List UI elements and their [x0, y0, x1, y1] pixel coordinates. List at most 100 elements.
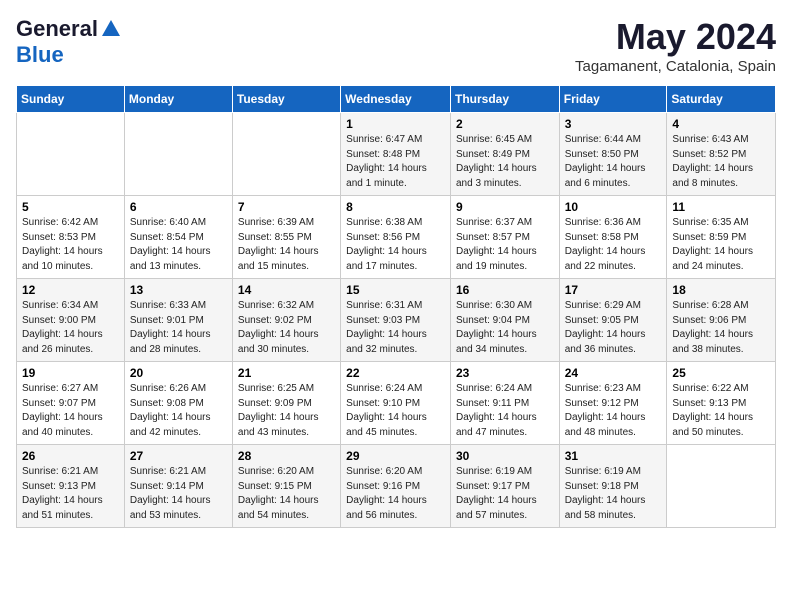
day-info: Sunrise: 6:26 AM Sunset: 9:08 PM Dayligh… — [130, 382, 227, 440]
calendar-day-cell: 27Sunrise: 6:21 AM Sunset: 9:14 PM Dayli… — [124, 445, 232, 528]
weekday-header-saturday: Saturday — [667, 86, 776, 113]
logo: General Blue — [16, 16, 122, 68]
day-info: Sunrise: 6:47 AM Sunset: 8:48 PM Dayligh… — [346, 133, 445, 191]
calendar-day-cell: 30 Sunrise: 6:19 AM Sunset: 9:17 PM Dayli… — [450, 445, 559, 528]
day-number: 30 — [456, 449, 554, 463]
calendar-day-cell: 16 Sunrise: 6:30 AM Sunset: 9:04 PM Dayli… — [450, 279, 559, 362]
weekday-header-thursday: Thursday — [450, 86, 559, 113]
day-number: 29 — [346, 449, 445, 463]
day-number: 12 — [22, 283, 119, 297]
calendar-day-cell: 29 Sunrise: 6:20 AM Sunset: 9:16 PM Dayli… — [341, 445, 451, 528]
calendar-day-cell: 7Sunrise: 6:39 AM Sunset: 8:55 PM Daylig… — [232, 196, 340, 279]
calendar-day-cell: 21 Sunrise: 6:25 AM Sunset: 9:09 PM Dayli… — [232, 362, 340, 445]
day-number: 10 — [565, 200, 662, 214]
calendar-day-cell: 19Sunrise: 6:27 AM Sunset: 9:07 PM Dayli… — [17, 362, 125, 445]
day-number: 5 — [22, 200, 119, 214]
calendar-day-cell: 31 Sunrise: 6:19 AM Sunset: 9:18 PM Dayli… — [559, 445, 667, 528]
logo-icon — [100, 18, 122, 40]
day-info: Sunrise: 6:36 AM Sunset: 8:58 PM Dayligh… — [565, 216, 662, 274]
day-number: 9 — [456, 200, 554, 214]
calendar-day-cell: 22Sunrise: 6:24 AM Sunset: 9:10 PM Dayli… — [341, 362, 451, 445]
weekday-header-monday: Monday — [124, 86, 232, 113]
calendar-day-cell: 6 Sunrise: 6:40 AM Sunset: 8:54 PM Daylig… — [124, 196, 232, 279]
day-info: Sunrise: 6:28 AM Sunset: 9:06 PM Dayligh… — [672, 299, 770, 357]
day-info: Sunrise: 6:20 AM Sunset: 9:15 PM Dayligh… — [238, 465, 335, 523]
calendar-day-cell: 10 Sunrise: 6:36 AM Sunset: 8:58 PM Dayli… — [559, 196, 667, 279]
day-number: 28 — [238, 449, 335, 463]
calendar-day-cell: 28 Sunrise: 6:20 AM Sunset: 9:15 PM Dayli… — [232, 445, 340, 528]
calendar-day-cell: 25Sunrise: 6:22 AM Sunset: 9:13 PM Dayli… — [667, 362, 776, 445]
day-info: Sunrise: 6:33 AM Sunset: 9:01 PM Dayligh… — [130, 299, 227, 357]
day-number: 15 — [346, 283, 445, 297]
day-number: 2 — [456, 117, 554, 131]
day-number: 6 — [130, 200, 227, 214]
day-info: Sunrise: 6:25 AM Sunset: 9:09 PM Dayligh… — [238, 382, 335, 440]
calendar-day-cell — [667, 445, 776, 528]
day-info: Sunrise: 6:27 AM Sunset: 9:07 PM Dayligh… — [22, 382, 119, 440]
day-info: Sunrise: 6:43 AM Sunset: 8:52 PM Dayligh… — [672, 133, 770, 191]
day-number: 8 — [346, 200, 445, 214]
calendar-day-cell — [124, 113, 232, 196]
day-info: Sunrise: 6:24 AM Sunset: 9:11 PM Dayligh… — [456, 382, 554, 440]
weekday-header-sunday: Sunday — [17, 86, 125, 113]
day-number: 16 — [456, 283, 554, 297]
day-info: Sunrise: 6:21 AM Sunset: 9:13 PM Dayligh… — [22, 465, 119, 523]
day-number: 27 — [130, 449, 227, 463]
weekday-header-row: SundayMondayTuesdayWednesdayThursdayFrid… — [17, 86, 776, 113]
calendar-day-cell: 8 Sunrise: 6:38 AM Sunset: 8:56 PM Daylig… — [341, 196, 451, 279]
header: General Blue May 2024 Tagamanent, Catalo… — [16, 16, 776, 75]
calendar-week-row: 26 Sunrise: 6:21 AM Sunset: 9:13 PM Dayli… — [17, 445, 776, 528]
day-info: Sunrise: 6:44 AM Sunset: 8:50 PM Dayligh… — [565, 133, 662, 191]
day-number: 24 — [565, 366, 662, 380]
day-info: Sunrise: 6:35 AM Sunset: 8:59 PM Dayligh… — [672, 216, 770, 274]
logo-general-text: General — [16, 16, 98, 42]
calendar-day-cell — [17, 113, 125, 196]
logo-blue-text: Blue — [16, 42, 64, 68]
day-info: Sunrise: 6:20 AM Sunset: 9:16 PM Dayligh… — [346, 465, 445, 523]
day-number: 22 — [346, 366, 445, 380]
day-number: 26 — [22, 449, 119, 463]
day-number: 11 — [672, 200, 770, 214]
month-title: May 2024 — [575, 16, 776, 58]
calendar-day-cell: 5 Sunrise: 6:42 AM Sunset: 8:53 PM Daylig… — [17, 196, 125, 279]
calendar-day-cell: 11 Sunrise: 6:35 AM Sunset: 8:59 PM Dayli… — [667, 196, 776, 279]
calendar-week-row: 12 Sunrise: 6:34 AM Sunset: 9:00 PM Dayli… — [17, 279, 776, 362]
calendar-day-cell: 14 Sunrise: 6:32 AM Sunset: 9:02 PM Dayli… — [232, 279, 340, 362]
day-info: Sunrise: 6:30 AM Sunset: 9:04 PM Dayligh… — [456, 299, 554, 357]
calendar-table: SundayMondayTuesdayWednesdayThursdayFrid… — [16, 85, 776, 528]
calendar-day-cell: 1 Sunrise: 6:47 AM Sunset: 8:48 PM Daylig… — [341, 113, 451, 196]
day-number: 31 — [565, 449, 662, 463]
day-info: Sunrise: 6:29 AM Sunset: 9:05 PM Dayligh… — [565, 299, 662, 357]
calendar-day-cell: 12 Sunrise: 6:34 AM Sunset: 9:00 PM Dayli… — [17, 279, 125, 362]
weekday-header-wednesday: Wednesday — [341, 86, 451, 113]
calendar-week-row: 1 Sunrise: 6:47 AM Sunset: 8:48 PM Daylig… — [17, 113, 776, 196]
day-info: Sunrise: 6:19 AM Sunset: 9:18 PM Dayligh… — [565, 465, 662, 523]
calendar-day-cell: 20 Sunrise: 6:26 AM Sunset: 9:08 PM Dayli… — [124, 362, 232, 445]
title-area: May 2024 Tagamanent, Catalonia, Spain — [575, 16, 776, 75]
weekday-header-friday: Friday — [559, 86, 667, 113]
day-number: 18 — [672, 283, 770, 297]
day-info: Sunrise: 6:38 AM Sunset: 8:56 PM Dayligh… — [346, 216, 445, 274]
day-info: Sunrise: 6:32 AM Sunset: 9:02 PM Dayligh… — [238, 299, 335, 357]
day-info: Sunrise: 6:39 AM Sunset: 8:55 PM Dayligh… — [238, 216, 335, 274]
calendar-day-cell: 17Sunrise: 6:29 AM Sunset: 9:05 PM Dayli… — [559, 279, 667, 362]
day-number: 4 — [672, 117, 770, 131]
day-info: Sunrise: 6:34 AM Sunset: 9:00 PM Dayligh… — [22, 299, 119, 357]
day-info: Sunrise: 6:45 AM Sunset: 8:49 PM Dayligh… — [456, 133, 554, 191]
day-number: 1 — [346, 117, 445, 131]
day-number: 20 — [130, 366, 227, 380]
day-number: 21 — [238, 366, 335, 380]
calendar-day-cell: 4 Sunrise: 6:43 AM Sunset: 8:52 PM Daylig… — [667, 113, 776, 196]
day-number: 3 — [565, 117, 662, 131]
calendar-day-cell — [232, 113, 340, 196]
calendar-week-row: 19Sunrise: 6:27 AM Sunset: 9:07 PM Dayli… — [17, 362, 776, 445]
calendar-day-cell: 15Sunrise: 6:31 AM Sunset: 9:03 PM Dayli… — [341, 279, 451, 362]
day-info: Sunrise: 6:40 AM Sunset: 8:54 PM Dayligh… — [130, 216, 227, 274]
day-number: 13 — [130, 283, 227, 297]
day-info: Sunrise: 6:42 AM Sunset: 8:53 PM Dayligh… — [22, 216, 119, 274]
calendar-day-cell: 23Sunrise: 6:24 AM Sunset: 9:11 PM Dayli… — [450, 362, 559, 445]
day-info: Sunrise: 6:19 AM Sunset: 9:17 PM Dayligh… — [456, 465, 554, 523]
day-number: 25 — [672, 366, 770, 380]
day-number: 14 — [238, 283, 335, 297]
calendar-day-cell: 18 Sunrise: 6:28 AM Sunset: 9:06 PM Dayli… — [667, 279, 776, 362]
